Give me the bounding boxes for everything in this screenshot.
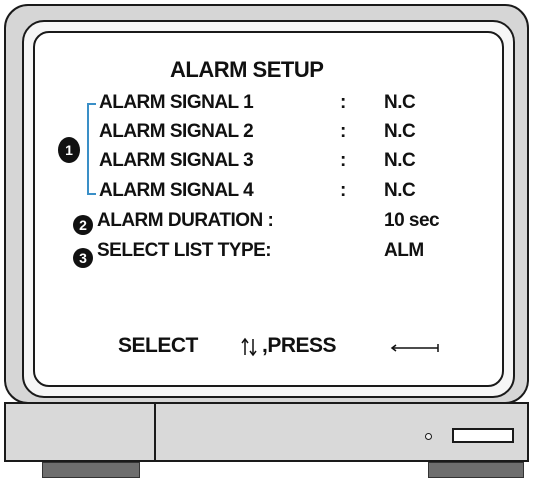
- drive-slot: [452, 428, 514, 443]
- power-led-icon: [425, 433, 432, 440]
- alarm-duration-value[interactable]: 10 sec: [384, 210, 440, 232]
- alarm-signal-2-value[interactable]: N.C: [384, 121, 416, 143]
- alarm-signal-2-label: ALARM SIGNAL 2: [99, 121, 254, 142]
- select-list-type-label: SELECT LIST TYPE:: [97, 240, 272, 261]
- marker-3-icon: 3: [73, 248, 93, 268]
- alarm-signal-2-colon: :: [340, 121, 346, 142]
- alarm-signal-1-label: ALARM SIGNAL 1: [99, 92, 254, 113]
- marker-1-icon: 1: [58, 137, 80, 163]
- up-down-arrows-icon: [241, 337, 257, 357]
- alarm-signal-4-label: ALARM SIGNAL 4: [99, 180, 254, 201]
- page-title: ALARM SETUP: [170, 57, 324, 82]
- monitor-base: [4, 402, 529, 462]
- alarm-signal-1-value[interactable]: N.C: [384, 92, 416, 114]
- base-divider: [154, 404, 156, 460]
- alarm-signal-4-colon: :: [340, 180, 346, 201]
- enter-key-icon: [390, 344, 439, 352]
- alarm-signal-bracket: [87, 103, 96, 195]
- alarm-duration-label: ALARM DURATION :: [97, 210, 274, 231]
- alarm-signal-3-label: ALARM SIGNAL 3: [99, 150, 254, 171]
- marker-2-icon: 2: [73, 215, 93, 235]
- alarm-signal-3-value[interactable]: N.C: [384, 150, 416, 172]
- select-instruction: SELECT: [118, 334, 198, 357]
- alarm-signal-3-colon: :: [340, 150, 346, 171]
- select-list-type-value[interactable]: ALM: [384, 240, 424, 262]
- monitor-foot-left: [42, 462, 140, 478]
- alarm-signal-4-value[interactable]: N.C: [384, 180, 416, 202]
- monitor-foot-right: [428, 462, 524, 478]
- alarm-signal-1-colon: :: [340, 92, 346, 113]
- press-instruction: ,PRESS: [262, 334, 337, 357]
